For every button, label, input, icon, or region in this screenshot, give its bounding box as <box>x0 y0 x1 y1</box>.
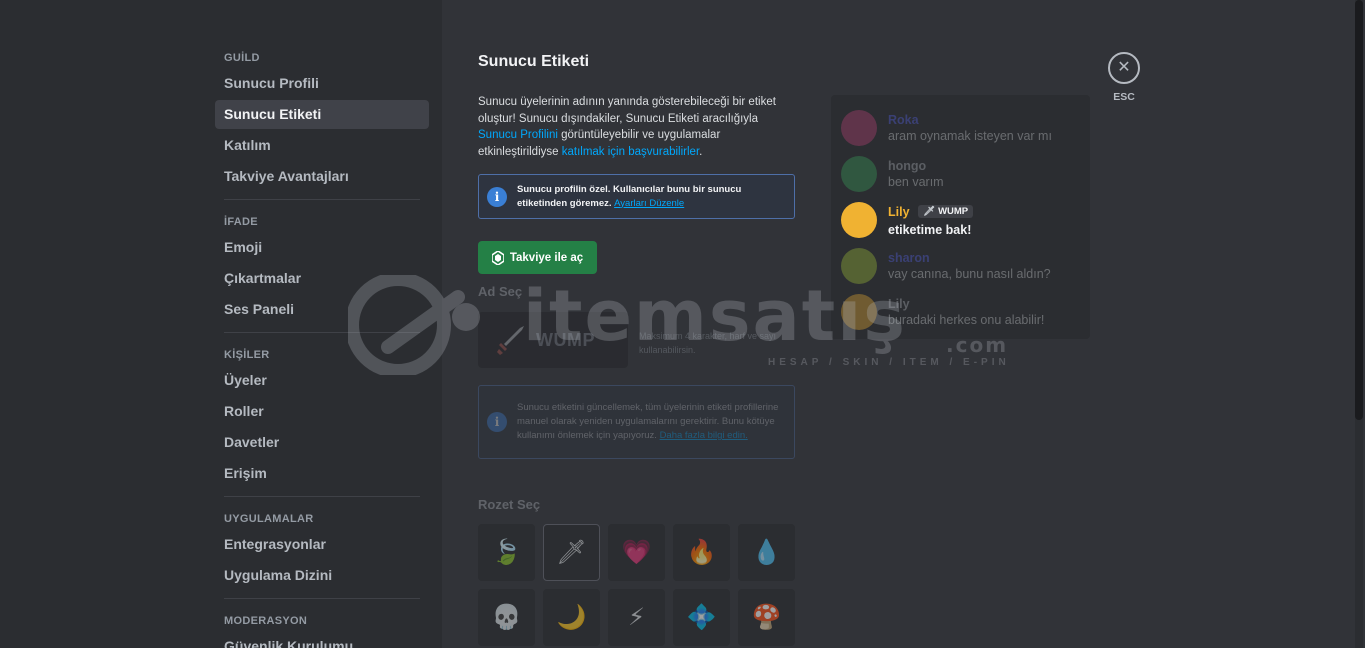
sidebar-item-server-tag[interactable]: Sunucu Etiketi <box>215 100 429 129</box>
sidebar-item-members[interactable]: Üyeler <box>215 366 429 395</box>
badge-lightning[interactable]: ⚡ <box>608 589 665 646</box>
badge-moon[interactable]: 🌙 <box>543 589 600 646</box>
warning-text: Sunucu etiketini güncellemek, tüm üyeler… <box>517 401 784 443</box>
message-author: Roka <box>888 113 919 127</box>
mushroom-icon: 🍄 <box>751 604 782 631</box>
sidebar-item-boost-perks[interactable]: Takviye Avantajları <box>215 162 429 191</box>
server-tag-text: WUMP <box>938 206 969 218</box>
separator <box>224 496 420 497</box>
update-warning-notice: i Sunucu etiketini güncellemek, tüm üyel… <box>478 385 795 459</box>
close-icon: ✕ <box>1117 59 1131 76</box>
learn-more-link[interactable]: Daha fazla bilgi edin. <box>660 430 748 441</box>
scrollbar-thumb[interactable] <box>1355 0 1363 420</box>
badge-heart[interactable]: 💗 <box>608 524 665 581</box>
server-profile-link[interactable]: Sunucu Profilini <box>478 129 558 141</box>
badge-sword[interactable]: 🗡 <box>543 524 600 581</box>
tag-name-input[interactable]: WUMP <box>478 312 628 368</box>
separator <box>224 332 420 333</box>
fire-icon: 🔥 <box>686 539 717 566</box>
sidebar-item-emoji[interactable]: Emoji <box>215 233 429 262</box>
message-author: sharon <box>888 251 930 265</box>
sword-icon: 🗡 <box>923 206 936 218</box>
avatar <box>841 248 877 284</box>
badge-leaf[interactable]: 🍃 <box>478 524 535 581</box>
sidebar-item-server-profile[interactable]: Sunucu Profili <box>215 69 429 98</box>
section-header-moderation: MODERASYON <box>224 615 308 627</box>
avatar <box>841 156 877 192</box>
separator <box>224 598 420 599</box>
message-author: Lily <box>888 205 910 219</box>
badge-section-label: Rozet Seç <box>478 497 541 512</box>
preview-message-highlighted: Lily 🗡 WUMP etiketime bak! <box>841 197 1080 243</box>
name-section-label: Ad Seç <box>478 284 523 299</box>
apply-to-join-link[interactable]: katılmak için başvurabilirler <box>562 146 699 158</box>
sidebar-item-access[interactable]: Erişim <box>215 459 429 488</box>
preview-message: Lily buradaki herkes onu alabilir! <box>841 289 1080 335</box>
section-header-people: KİŞİLER <box>224 349 270 361</box>
badge-fire[interactable]: 🔥 <box>673 524 730 581</box>
info-icon: i <box>487 412 507 432</box>
preview-message: hongo ben varım <box>841 151 1080 197</box>
crystal-icon: 💠 <box>686 604 717 631</box>
message-text: vay canına, bunu nasıl aldın? <box>888 267 1051 281</box>
description: Sunucu üyelerinin adının yanında göstere… <box>478 94 798 160</box>
separator <box>224 199 420 200</box>
sidebar-item-stickers[interactable]: Çıkartmalar <box>215 264 429 293</box>
message-author: hongo <box>888 159 927 173</box>
notice-text: Sunucu profilin özel. Kullanıcılar bunu … <box>517 183 784 211</box>
message-text: aram oynamak isteyen var mı <box>888 129 1052 143</box>
badge-crystal[interactable]: 💠 <box>673 589 730 646</box>
avatar <box>841 110 877 146</box>
private-profile-notice: i Sunucu profilin özel. Kullanıcılar bun… <box>478 174 795 219</box>
sidebar-item-app-directory[interactable]: Uygulama Dizini <box>215 561 429 590</box>
boost-gem-icon <box>491 250 504 265</box>
avatar <box>841 202 877 238</box>
description-text: . <box>699 145 703 158</box>
section-header-guild: GUİLD <box>224 52 260 64</box>
badge-skull[interactable]: 💀 <box>478 589 535 646</box>
preview-message: sharon vay canına, bunu nasıl aldın? <box>841 243 1080 289</box>
sidebar-item-onboarding[interactable]: Katılım <box>215 131 429 160</box>
water-drop-icon: 💧 <box>751 539 782 566</box>
settings-sidebar: GUİLD Sunucu Profili Sunucu Etiketi Katı… <box>215 44 429 648</box>
message-text: buradaki herkes onu alabilir! <box>888 313 1045 327</box>
server-tag-badge: 🗡 WUMP <box>918 205 974 219</box>
sidebar-item-roles[interactable]: Roller <box>215 397 429 426</box>
section-header-apps: UYGULAMALAR <box>224 513 314 525</box>
heart-icon: 💗 <box>621 539 652 566</box>
page-title: Sunucu Etiketi <box>478 53 590 70</box>
close-button[interactable]: ✕ <box>1108 52 1140 84</box>
boost-button-label: Takviye ile aç <box>509 251 584 264</box>
message-text: ben varım <box>888 175 944 189</box>
tag-name-hint: Maksimum 4 karakter, harf ve sayı kullan… <box>639 331 777 355</box>
message-author: Lily <box>888 297 910 311</box>
sword-icon <box>497 326 524 355</box>
esc-label: ESC <box>1113 91 1135 103</box>
info-icon: i <box>487 186 507 207</box>
sidebar-item-invites[interactable]: Davetler <box>215 428 429 457</box>
watermark-tagline: HESAP / SKIN / ITEM / E-PIN <box>768 357 1010 368</box>
message-text: etiketime bak! <box>888 223 972 237</box>
preview-message: Roka aram oynamak isteyen var mı <box>841 105 1080 151</box>
sidebar-item-soundboard[interactable]: Ses Paneli <box>215 295 429 324</box>
sidebar-item-integrations[interactable]: Entegrasyonlar <box>215 530 429 559</box>
moon-icon: 🌙 <box>556 604 587 631</box>
lightning-icon: ⚡ <box>628 604 645 631</box>
description-text: Sunucu üyelerinin adının yanında göstere… <box>478 96 776 125</box>
badge-mushroom[interactable]: 🍄 <box>738 589 795 646</box>
badge-water[interactable]: 💧 <box>738 524 795 581</box>
avatar <box>841 294 877 330</box>
chat-preview: Roka aram oynamak isteyen var mı hongo b… <box>831 95 1090 339</box>
sword-icon: 🗡 <box>556 539 587 566</box>
skull-icon: 💀 <box>491 604 522 631</box>
edit-settings-link[interactable]: Ayarları Düzenle <box>614 198 684 209</box>
unlock-with-boost-button[interactable]: Takviye ile aç <box>478 241 597 274</box>
sidebar-item-safety-setup[interactable]: Güvenlik Kurulumu <box>215 632 429 648</box>
tag-name-value: WUMP <box>536 329 595 350</box>
badge-grid: 🍃 🗡 💗 🔥 💧 💀 🌙 ⚡ 💠 🍄 <box>478 524 795 646</box>
section-header-expression: İFADE <box>224 216 258 228</box>
leaf-icon: 🍃 <box>491 539 522 566</box>
